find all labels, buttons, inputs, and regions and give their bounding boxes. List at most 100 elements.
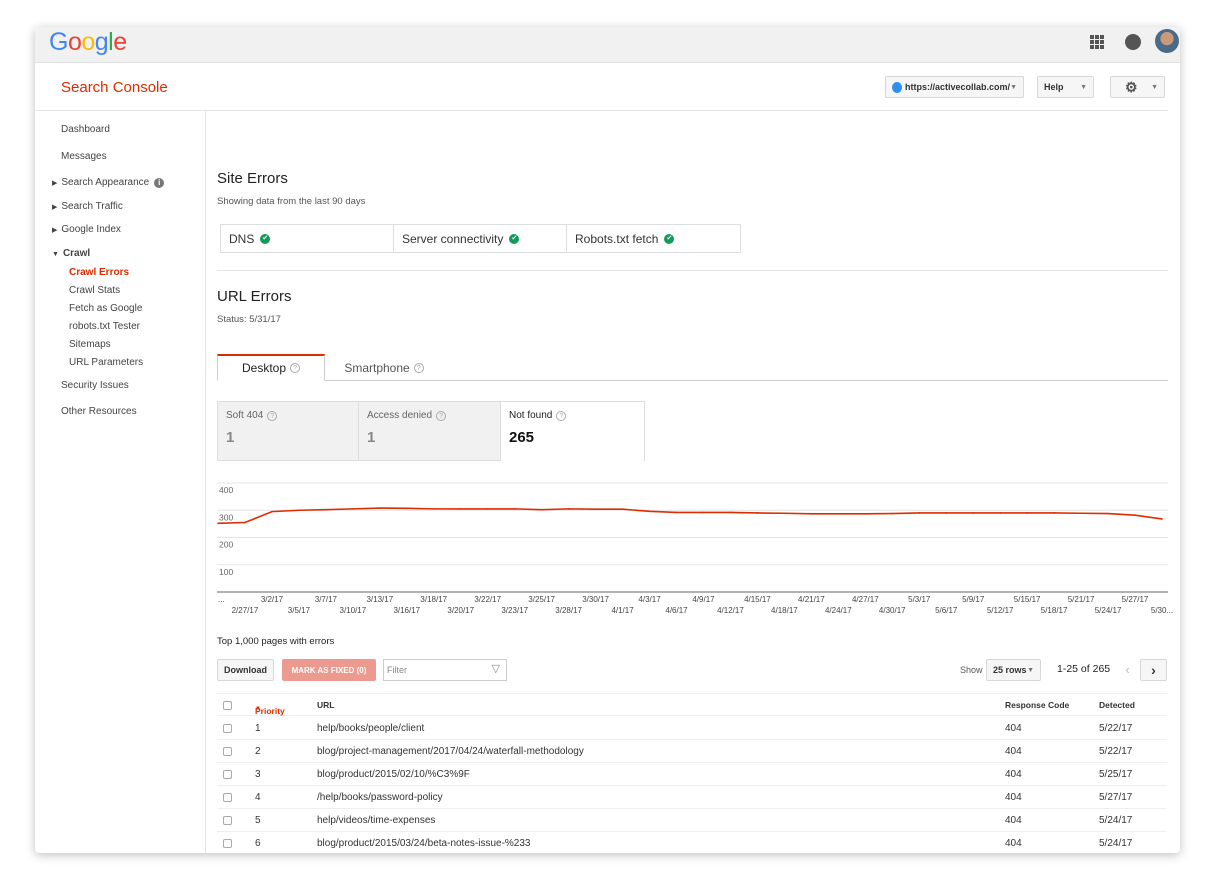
chevron-down-icon: ▼ <box>1027 666 1034 674</box>
download-button[interactable]: Download <box>217 659 274 681</box>
row-checkbox[interactable] <box>223 724 232 733</box>
x-tick-label: 3/18/17 <box>420 595 447 604</box>
row-checkbox[interactable] <box>223 839 232 848</box>
priority-cell: 6 <box>255 838 261 849</box>
table-row[interactable]: 3 blog/product/2015/02/10/%C3%9F 404 5/2… <box>217 763 1167 786</box>
data-point <box>783 512 786 515</box>
data-point <box>675 511 678 514</box>
data-point <box>567 508 570 510</box>
x-tick-label: 4/3/17 <box>638 595 661 604</box>
x-tick-label: 4/24/17 <box>825 606 852 615</box>
mark-as-fixed-button[interactable]: MARK AS FIXED (0) <box>282 659 376 681</box>
x-tick-label: 5/3/17 <box>908 595 931 604</box>
x-tick-label: 5/18/17 <box>1041 606 1068 615</box>
not-found-chart: 400 300 200 100... 2/27/173/2/17 3/5/17 3/7/17… <box>217 482 1173 615</box>
response-code-cell: 404 <box>1005 769 1022 780</box>
priority-cell: 2 <box>255 746 261 757</box>
x-tick-label: 3/22/17 <box>474 595 501 604</box>
detected-cell: 5/22/17 <box>1099 746 1133 757</box>
table-row[interactable]: 2 blog/project-management/2017/04/24/wat… <box>217 740 1167 763</box>
x-tick-label: 4/27/17 <box>852 595 879 604</box>
x-tick-label: 3/16/17 <box>393 606 420 615</box>
detected-cell: 5/25/17 <box>1099 769 1133 780</box>
next-page-button[interactable]: › <box>1140 659 1167 681</box>
url-cell[interactable]: help/videos/time-expenses <box>317 815 435 826</box>
data-point <box>621 508 624 510</box>
url-cell[interactable]: blog/product/2015/02/10/%C3%9F <box>317 769 470 780</box>
row-checkbox[interactable] <box>223 793 232 802</box>
x-tick-label: 5/24/17 <box>1095 606 1122 615</box>
table-header: Priority ▼ URL Response Code Detected <box>217 693 1167 716</box>
priority-cell: 4 <box>255 792 261 803</box>
data-point <box>729 511 732 514</box>
data-point <box>1107 512 1109 515</box>
url-cell[interactable]: blog/project-management/2017/04/24/water… <box>317 746 584 757</box>
response-code-cell: 404 <box>1005 838 1022 849</box>
detected-cell: 5/24/17 <box>1099 838 1133 849</box>
row-checkbox[interactable] <box>223 747 232 756</box>
x-tick-label: 5/15/17 <box>1014 595 1041 604</box>
data-point <box>702 511 705 514</box>
x-tick-label: 4/12/17 <box>717 606 744 615</box>
row-checkbox[interactable] <box>223 770 232 779</box>
x-tick-label: 4/18/17 <box>771 606 798 615</box>
response-code-cell: 404 <box>1005 792 1022 803</box>
data-point <box>406 507 408 510</box>
x-tick-label: 3/25/17 <box>528 595 555 604</box>
data-point <box>271 510 273 513</box>
url-header[interactable]: URL <box>317 700 334 710</box>
url-cell[interactable]: blog/product/2015/03/24/beta-notes-issue… <box>317 838 530 849</box>
data-point <box>972 512 974 514</box>
x-tick-label: 4/15/17 <box>744 595 771 604</box>
x-tick-label: 3/30/17 <box>582 595 609 604</box>
url-cell[interactable]: /help/books/password-policy <box>317 792 443 803</box>
data-point <box>891 512 894 515</box>
data-point <box>540 508 543 511</box>
rows-per-page-select[interactable]: 25 rows ▼ <box>986 659 1041 681</box>
table-row[interactable]: 5 help/videos/time-expenses 404 5/24/17 <box>217 809 1167 832</box>
data-point <box>918 512 921 514</box>
data-point <box>298 509 300 512</box>
prev-page-button[interactable]: ‹ <box>1115 659 1140 681</box>
browser-window: Google Search Console https://activecoll… <box>35 27 1180 853</box>
y-tick-label: 300 <box>219 512 233 522</box>
data-point <box>594 508 597 510</box>
data-point <box>486 508 489 510</box>
x-tick-label: 4/1/17 <box>611 606 634 615</box>
x-tick-label: 5/21/17 <box>1068 595 1095 604</box>
data-point <box>1161 518 1163 520</box>
y-tick-label: 400 <box>219 485 233 495</box>
x-tick-label: 4/21/17 <box>798 595 825 604</box>
x-tick-label: 5/27/17 <box>1122 595 1149 604</box>
label: 25 rows <box>993 665 1027 675</box>
data-point <box>756 512 759 514</box>
filter-icon[interactable]: ▽ <box>492 662 500 675</box>
data-point <box>999 512 1001 514</box>
row-checkbox[interactable] <box>223 816 232 825</box>
select-all-checkbox[interactable] <box>223 701 232 710</box>
data-point <box>1026 512 1028 514</box>
y-tick-label: 200 <box>219 540 233 550</box>
x-tick-label: 3/13/17 <box>366 595 393 604</box>
x-tick-label: 4/30/17 <box>879 606 906 615</box>
data-point <box>1053 512 1055 514</box>
data-point <box>837 512 840 515</box>
url-cell[interactable]: help/books/people/client <box>317 723 424 734</box>
data-point <box>513 508 516 510</box>
table-row[interactable]: 6 blog/product/2015/03/24/beta-notes-iss… <box>217 832 1167 853</box>
show-label: Show <box>960 665 983 675</box>
filter-input[interactable]: Filter ▽ <box>383 659 507 681</box>
table-row[interactable]: 1 help/books/people/client 404 5/22/17 <box>217 717 1167 740</box>
x-tick-label: 5/12/17 <box>987 606 1014 615</box>
x-tick-label: 5/9/17 <box>962 595 985 604</box>
table-row[interactable]: 4 /help/books/password-policy 404 5/27/1… <box>217 786 1167 809</box>
data-point <box>810 512 813 515</box>
response-code-header[interactable]: Response Code <box>1005 700 1069 710</box>
response-code-cell: 404 <box>1005 815 1022 826</box>
x-tick-label: 3/5/17 <box>288 606 311 615</box>
data-point <box>379 507 381 509</box>
data-point <box>432 508 435 510</box>
detected-header[interactable]: Detected <box>1099 700 1135 710</box>
detected-cell: 5/24/17 <box>1099 815 1133 826</box>
x-tick-label: 4/6/17 <box>665 606 688 615</box>
